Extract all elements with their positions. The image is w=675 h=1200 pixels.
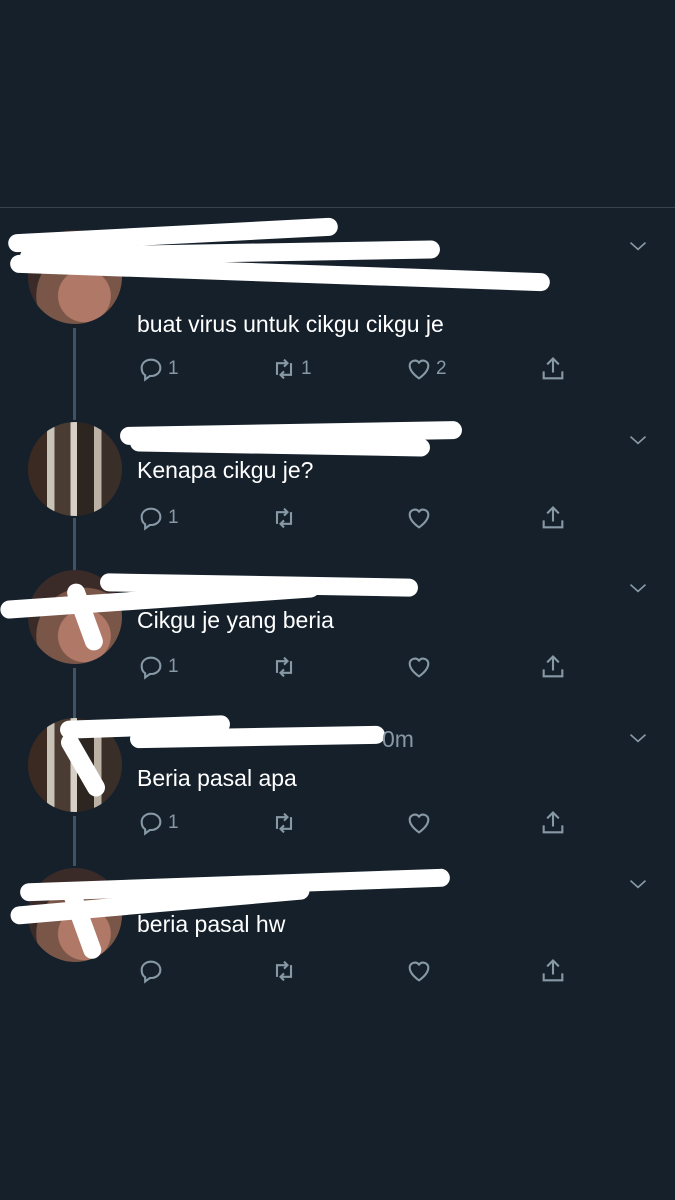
share-icon — [542, 655, 564, 678]
reply-count: 1 — [168, 507, 179, 528]
thread-line — [73, 518, 76, 570]
chevron-down-icon[interactable] — [628, 728, 647, 743]
heart-icon — [408, 961, 430, 982]
share-button[interactable] — [539, 956, 567, 986]
retweet-button[interactable] — [270, 503, 298, 533]
tweet-actions: 1 1 2 — [137, 354, 577, 384]
tweet-actions: 1 — [137, 808, 577, 838]
share-button[interactable] — [539, 808, 567, 838]
top-divider — [0, 207, 675, 208]
reply-count: 1 — [168, 358, 179, 379]
retweet-button[interactable] — [270, 808, 298, 838]
like-button[interactable] — [405, 652, 433, 682]
share-button[interactable] — [539, 652, 567, 682]
like-count: 2 — [436, 358, 447, 379]
tweet-time: 0m — [382, 726, 414, 752]
retweet-button[interactable]: 1 — [270, 354, 312, 384]
top-empty-area — [0, 0, 675, 207]
retweet-icon — [275, 812, 293, 834]
like-button[interactable] — [405, 503, 433, 533]
heart-icon — [408, 813, 430, 834]
reply-button[interactable] — [137, 956, 165, 986]
reply-button[interactable]: 1 — [137, 354, 179, 384]
reply-button[interactable]: 1 — [137, 808, 179, 838]
reply-icon — [140, 507, 162, 531]
retweet-button[interactable] — [270, 652, 298, 682]
chevron-down-icon[interactable] — [628, 578, 647, 593]
retweet-icon — [275, 960, 293, 982]
retweet-button[interactable] — [270, 956, 298, 986]
heart-icon — [408, 508, 430, 529]
reply-button[interactable]: 1 — [137, 652, 179, 682]
tweet-text: buat virus untuk cikgu cikgu je — [137, 311, 444, 337]
reply-icon — [140, 960, 162, 984]
share-icon — [542, 506, 564, 529]
retweet-icon — [275, 656, 293, 678]
chevron-down-icon[interactable] — [628, 430, 647, 445]
tweet-actions: 1 — [137, 503, 577, 533]
tweet-actions: 1 — [137, 652, 577, 682]
redaction-scribble — [129, 725, 386, 749]
avatar[interactable] — [28, 422, 122, 516]
tweet-text: Beria pasal apa — [137, 765, 297, 791]
tweet-text: Kenapa cikgu je? — [137, 457, 314, 483]
reply-icon — [140, 812, 162, 836]
tweet-text: Cikgu je yang beria — [137, 607, 334, 633]
redaction-scribble — [129, 433, 431, 457]
share-icon — [542, 811, 564, 834]
chevron-down-icon[interactable] — [628, 874, 647, 889]
like-button[interactable] — [405, 808, 433, 838]
thread-line — [73, 668, 76, 718]
share-icon — [542, 357, 564, 380]
reply-count: 1 — [168, 812, 179, 833]
thread-line — [73, 816, 76, 866]
reply-button[interactable]: 1 — [137, 503, 179, 533]
chevron-down-icon[interactable] — [628, 236, 647, 251]
retweet-count: 1 — [301, 358, 312, 379]
share-button[interactable] — [539, 503, 567, 533]
tweet-actions — [137, 956, 577, 986]
retweet-icon — [275, 358, 293, 380]
share-button[interactable] — [539, 354, 567, 384]
retweet-icon — [275, 507, 293, 529]
like-button[interactable]: 2 — [405, 354, 447, 384]
reply-count: 1 — [168, 656, 179, 677]
heart-icon — [408, 359, 430, 380]
heart-icon — [408, 657, 430, 678]
share-icon — [542, 959, 564, 982]
tweet-text: beria pasal hw — [137, 911, 286, 937]
reply-icon — [140, 656, 162, 680]
thread-line — [73, 328, 76, 420]
like-button[interactable] — [405, 956, 433, 986]
reply-icon — [140, 358, 162, 382]
